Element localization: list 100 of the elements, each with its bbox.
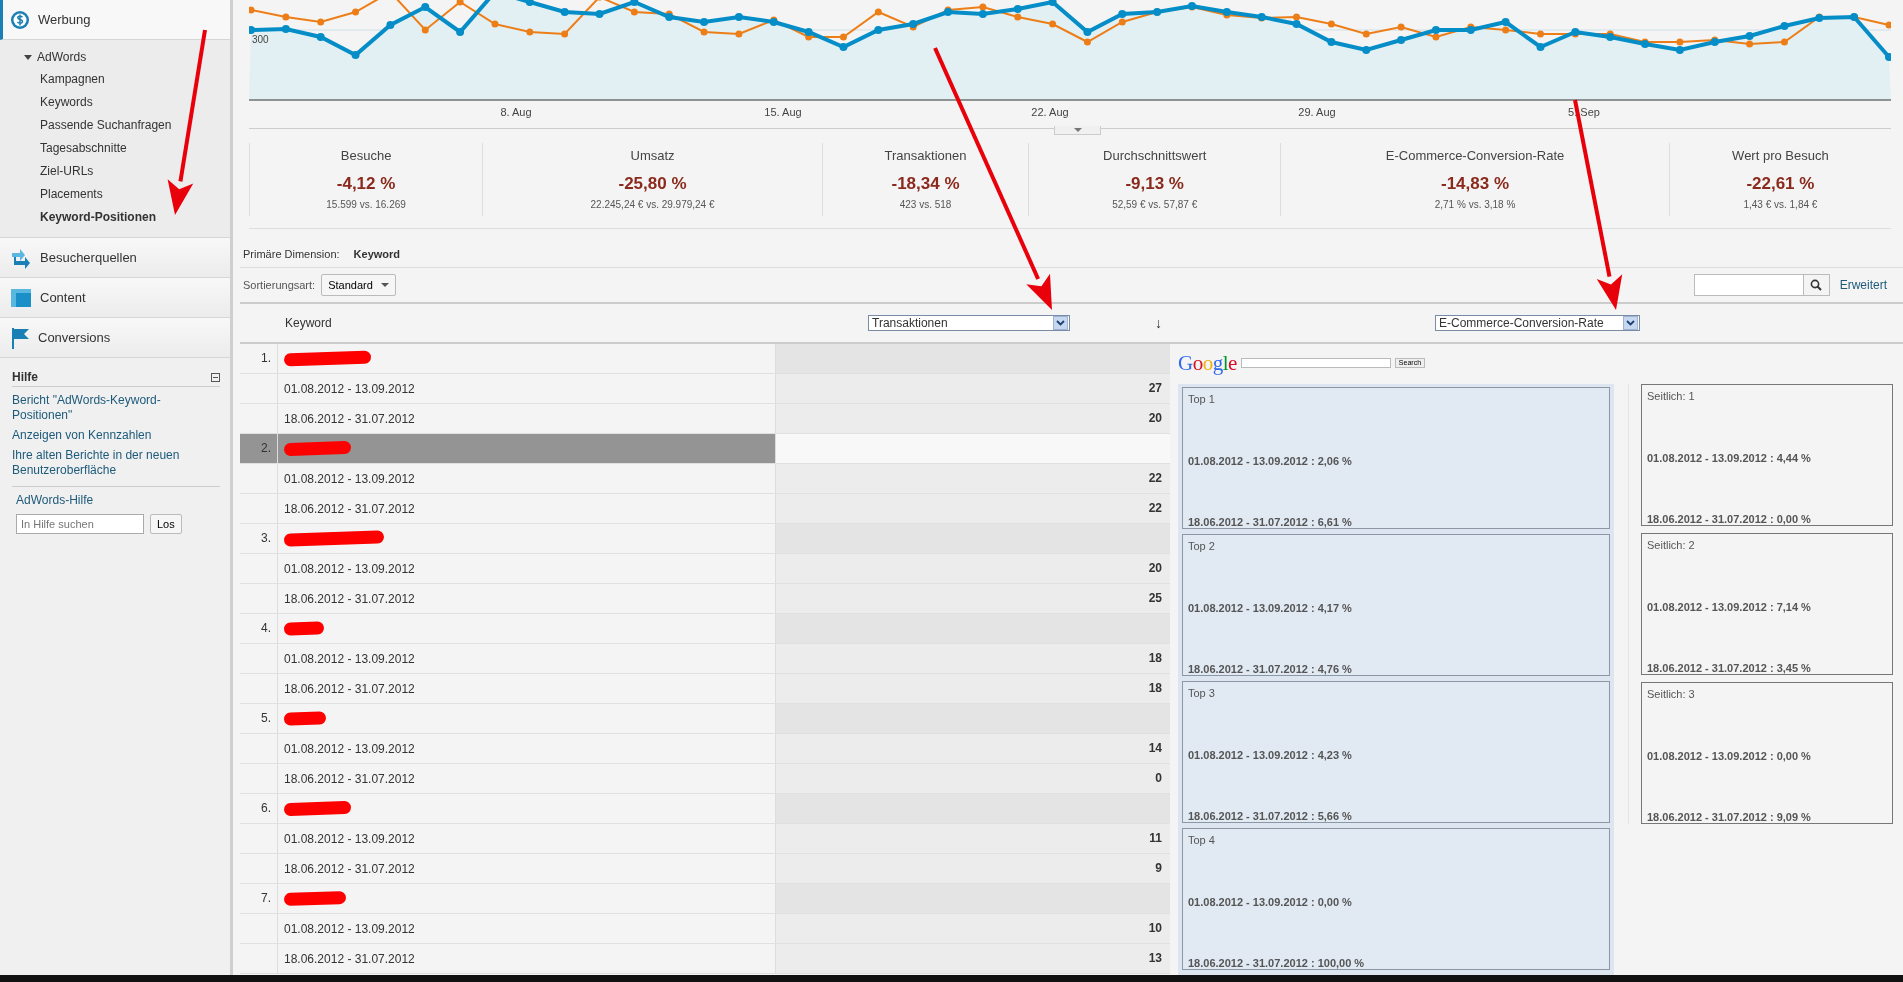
axis-date-label: 8. Aug	[500, 106, 532, 118]
metric-change: -4,12 %	[336, 174, 396, 194]
position-rate: 01.08.2012 - 13.09.2012 : 0,00 %	[1647, 749, 1812, 762]
help-link[interactable]: AdWords-Hilfe	[16, 493, 220, 508]
metric-comparison: 423 vs. 518	[899, 199, 952, 210]
position-label: Top 4	[1188, 834, 1216, 846]
keyword-row[interactable]: 5.	[240, 704, 1170, 734]
sort-dropdown[interactable]: Standard	[321, 274, 396, 296]
nav-section[interactable]: Conversions	[0, 318, 230, 358]
value-cell: 22	[776, 494, 1170, 523]
keyword-row[interactable]: 7.	[240, 884, 1170, 914]
triangle-icon	[24, 54, 32, 60]
nav-item[interactable]: Kampagnen	[0, 68, 230, 91]
help-link[interactable]: Ihre alten Berichte in der neuen Benutzeroberfläche	[12, 448, 220, 478]
sort-indicator: ↓	[1155, 315, 1163, 331]
metric-comparison: 22.245,24 € vs. 29.979,24 €	[590, 199, 715, 210]
value-cell: 22	[776, 464, 1170, 493]
redaction-mark	[283, 800, 352, 817]
value-cell: 20	[776, 554, 1170, 583]
go-button[interactable]: Los	[150, 514, 182, 534]
collapse-tab[interactable]	[1054, 126, 1101, 135]
nav-section[interactable]: Besucherquellen	[0, 238, 230, 278]
nav-item[interactable]: Tagesabschnitte	[0, 137, 230, 160]
metric-change: -14,83 %	[1441, 174, 1510, 194]
nav-item[interactable]: Keyword-Positionen	[0, 206, 230, 229]
metric-change: -25,80 %	[618, 174, 687, 194]
row-number: 7.	[240, 884, 278, 913]
search-icon	[1810, 279, 1823, 291]
position-label: Top 3	[1188, 687, 1216, 699]
value-cell: 27	[776, 374, 1170, 403]
flag-icon	[10, 326, 30, 349]
value-cell: 14	[776, 734, 1170, 763]
value-cell: 20	[776, 404, 1170, 433]
nav-item[interactable]: Ziel-URLs	[0, 160, 230, 183]
metric-label: Durchschnittswert	[1103, 148, 1207, 163]
position-rate: 01.08.2012 - 13.09.2012 : 2,06 %	[1188, 454, 1353, 467]
redaction-mark	[283, 440, 352, 457]
nav-section[interactable]: Werbung	[0, 0, 230, 40]
collapse-icon[interactable]	[211, 372, 220, 382]
metric-label: Umsatz	[630, 148, 675, 163]
value-cell: 25	[776, 584, 1170, 613]
position-rate: 01.08.2012 - 13.09.2012 : 0,00 %	[1188, 895, 1353, 908]
row-number: 6.	[240, 794, 278, 823]
position-rate: 18.06.2012 - 31.07.2012 : 0,00 %	[1647, 513, 1812, 525]
value-cell: 18	[776, 674, 1170, 703]
redaction-mark	[283, 711, 327, 726]
metric-comparison: 52,59 € vs. 57,87 €	[1112, 199, 1198, 210]
position-label: Seitlich: 3	[1647, 688, 1696, 700]
layout-icon	[10, 287, 32, 308]
help-search-field[interactable]: In Hilfe suchen	[16, 514, 144, 534]
position-label: Top 1	[1188, 393, 1216, 405]
caret-icon	[1073, 128, 1082, 132]
position-rate: 18.06.2012 - 31.07.2012 : 4,76 %	[1188, 663, 1353, 675]
column-header: Keyword	[285, 316, 333, 330]
position-label: Top 2	[1188, 540, 1216, 552]
table-search-field[interactable]	[1693, 274, 1830, 296]
google-logo: Google	[1178, 350, 1237, 376]
nav-group[interactable]: AdWords	[0, 46, 230, 68]
value-cell: 11	[776, 824, 1170, 853]
metric-label: Besuche	[340, 148, 392, 163]
position-label: Seitlich: 1	[1647, 390, 1696, 402]
keyword-row[interactable]: 1.	[240, 344, 1170, 374]
position-rate: 01.08.2012 - 13.09.2012 : 4,44 %	[1647, 451, 1812, 464]
nav-section[interactable]: Content	[0, 278, 230, 318]
axis-date-label: 22. Aug	[1031, 106, 1069, 118]
value-cell: 18	[776, 644, 1170, 673]
row-number: 5.	[240, 704, 278, 733]
position-label: Seitlich: 2	[1647, 539, 1696, 551]
row-number: 2.	[240, 434, 278, 463]
position-rate: 18.06.2012 - 31.07.2012 : 6,61 %	[1188, 516, 1353, 528]
position-rate: 01.08.2012 - 13.09.2012 : 7,14 %	[1647, 600, 1812, 613]
metric-comparison: 1,43 € vs. 1,84 €	[1743, 199, 1818, 210]
nav-item[interactable]: Keywords	[0, 91, 230, 114]
search-button[interactable]	[1802, 275, 1829, 295]
row-number: 4.	[240, 614, 278, 643]
keyword-row[interactable]: 6.	[240, 794, 1170, 824]
row-number: 3.	[240, 524, 278, 553]
axis-date-label: 15. Aug	[764, 106, 802, 118]
metric-change: -18,34 %	[891, 174, 960, 194]
position-rate: 01.08.2012 - 13.09.2012 : 4,23 %	[1188, 748, 1353, 761]
row-number: 1.	[240, 344, 278, 373]
help-title: Hilfe	[12, 370, 38, 384]
metric-dropdown[interactable]: E-Commerce-Conversion-Rate	[1435, 315, 1640, 331]
position-rate: 18.06.2012 - 31.07.2012 : 5,66 %	[1188, 810, 1353, 822]
nav-item[interactable]: Passende Suchanfragen	[0, 114, 230, 137]
metric-change: -22,61 %	[1746, 174, 1815, 194]
keyword-row[interactable]: 3.	[240, 524, 1170, 554]
advanced-link[interactable]: Erweitert	[1839, 278, 1887, 292]
value-cell: 9	[776, 854, 1170, 883]
help-link[interactable]: Anzeigen von Kennzahlen	[12, 428, 220, 443]
redaction-mark	[283, 621, 325, 636]
nav-item[interactable]: Placements	[0, 183, 230, 206]
position-rate: 18.06.2012 - 31.07.2012 : 9,09 %	[1647, 811, 1812, 823]
metric-dropdown[interactable]: Transaktionen	[868, 315, 1070, 331]
axis-tick-label: 300	[252, 34, 269, 45]
help-link[interactable]: Bericht "AdWords-Keyword-Positionen"	[12, 393, 220, 423]
search-field[interactable]	[1240, 358, 1391, 368]
axis-date-label: 5. Sep	[1568, 106, 1600, 118]
keyword-row[interactable]: 4.	[240, 614, 1170, 644]
value-cell: 13	[776, 944, 1170, 973]
